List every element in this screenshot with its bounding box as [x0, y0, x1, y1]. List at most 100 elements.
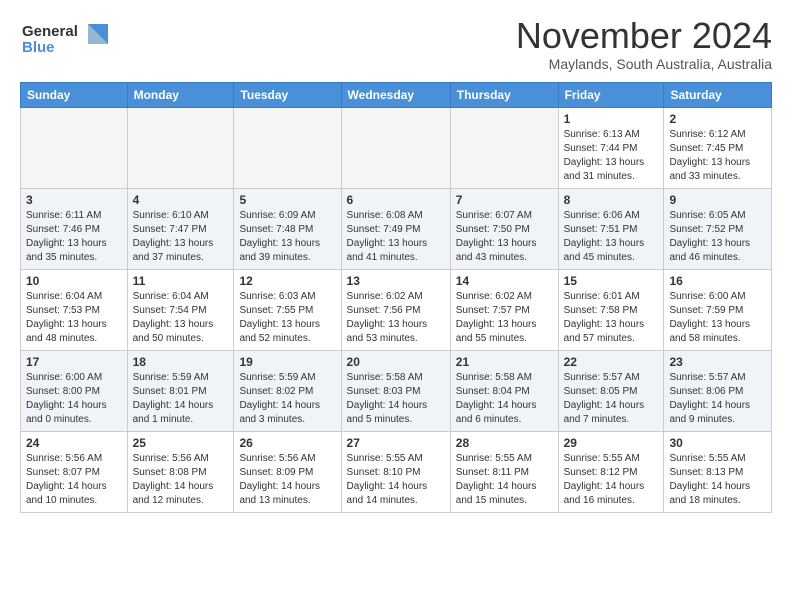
day-info: Sunrise: 5:55 AM Sunset: 8:12 PM Dayligh… — [564, 452, 659, 508]
day-info: Sunrise: 6:02 AM Sunset: 7:57 PM Dayligh… — [456, 290, 553, 346]
calendar-cell: 30Sunrise: 5:55 AM Sunset: 8:13 PM Dayli… — [664, 431, 772, 512]
day-info: Sunrise: 6:05 AM Sunset: 7:52 PM Dayligh… — [669, 209, 766, 265]
calendar-cell — [341, 107, 450, 188]
col-header-wednesday: Wednesday — [341, 82, 450, 107]
day-info: Sunrise: 6:09 AM Sunset: 7:48 PM Dayligh… — [239, 209, 335, 265]
page: General Blue November 2024 Maylands, Sou… — [0, 0, 792, 523]
day-info: Sunrise: 6:13 AM Sunset: 7:44 PM Dayligh… — [564, 128, 659, 184]
calendar-week-row: 1 Sunrise: 6:13 AM Sunset: 7:44 PM Daylig… — [21, 107, 772, 188]
calendar-cell: 23 Sunrise: 5:57 AM Sunset: 8:06 PM Dayli… — [664, 350, 772, 431]
col-header-thursday: Thursday — [450, 82, 558, 107]
day-number: 4 — [133, 193, 229, 207]
calendar-cell: 21 Sunrise: 5:58 AM Sunset: 8:04 PM Dayli… — [450, 350, 558, 431]
calendar-cell — [127, 107, 234, 188]
day-number: 25 — [133, 436, 229, 450]
day-number: 18 — [133, 355, 229, 369]
day-number: 16 — [669, 274, 766, 288]
logo-svg: General Blue — [20, 16, 110, 60]
col-header-tuesday: Tuesday — [234, 82, 341, 107]
day-info: Sunrise: 5:59 AM Sunset: 8:01 PM Dayligh… — [133, 371, 229, 427]
day-info: Sunrise: 5:57 AM Sunset: 8:05 PM Dayligh… — [564, 371, 659, 427]
day-number: 24 — [26, 436, 122, 450]
day-number: 9 — [669, 193, 766, 207]
calendar-week-row: 17 Sunrise: 6:00 AM Sunset: 8:00 PM Dayli… — [21, 350, 772, 431]
day-number: 22 — [564, 355, 659, 369]
day-info: Sunrise: 6:06 AM Sunset: 7:51 PM Dayligh… — [564, 209, 659, 265]
day-number: 21 — [456, 355, 553, 369]
day-number: 29 — [564, 436, 659, 450]
calendar-cell: 22 Sunrise: 5:57 AM Sunset: 8:05 PM Dayli… — [558, 350, 664, 431]
day-info: Sunrise: 6:04 AM Sunset: 7:53 PM Dayligh… — [26, 290, 122, 346]
day-number: 17 — [26, 355, 122, 369]
calendar-cell: 27 Sunrise: 5:55 AM Sunset: 8:10 PM Dayli… — [341, 431, 450, 512]
calendar-cell: 13Sunrise: 6:02 AM Sunset: 7:56 PM Dayli… — [341, 269, 450, 350]
day-number: 23 — [669, 355, 766, 369]
day-info: Sunrise: 5:55 AM Sunset: 8:10 PM Dayligh… — [347, 452, 445, 508]
svg-text:Blue: Blue — [22, 39, 55, 56]
calendar-cell: 19Sunrise: 5:59 AM Sunset: 8:02 PM Dayli… — [234, 350, 341, 431]
calendar-cell: 18 Sunrise: 5:59 AM Sunset: 8:01 PM Dayli… — [127, 350, 234, 431]
subtitle: Maylands, South Australia, Australia — [516, 56, 772, 72]
day-info: Sunrise: 5:57 AM Sunset: 8:06 PM Dayligh… — [669, 371, 766, 427]
day-number: 3 — [26, 193, 122, 207]
day-number: 12 — [239, 274, 335, 288]
calendar-week-row: 3 Sunrise: 6:11 AM Sunset: 7:46 PM Daylig… — [21, 188, 772, 269]
calendar-cell: 11Sunrise: 6:04 AM Sunset: 7:54 PM Dayli… — [127, 269, 234, 350]
header: General Blue November 2024 Maylands, Sou… — [20, 16, 772, 72]
calendar-cell: 12Sunrise: 6:03 AM Sunset: 7:55 PM Dayli… — [234, 269, 341, 350]
calendar-cell: 28 Sunrise: 5:55 AM Sunset: 8:11 PM Dayli… — [450, 431, 558, 512]
day-info: Sunrise: 5:56 AM Sunset: 8:08 PM Dayligh… — [133, 452, 229, 508]
calendar-cell: 7 Sunrise: 6:07 AM Sunset: 7:50 PM Daylig… — [450, 188, 558, 269]
day-number: 1 — [564, 112, 659, 126]
logo: General Blue — [20, 16, 110, 65]
day-number: 2 — [669, 112, 766, 126]
day-number: 11 — [133, 274, 229, 288]
day-info: Sunrise: 6:02 AM Sunset: 7:56 PM Dayligh… — [347, 290, 445, 346]
day-number: 27 — [347, 436, 445, 450]
calendar-cell — [21, 107, 128, 188]
calendar-header-row: SundayMondayTuesdayWednesdayThursdayFrid… — [21, 82, 772, 107]
calendar-cell: 15 Sunrise: 6:01 AM Sunset: 7:58 PM Dayli… — [558, 269, 664, 350]
day-number: 8 — [564, 193, 659, 207]
day-number: 20 — [347, 355, 445, 369]
col-header-saturday: Saturday — [664, 82, 772, 107]
calendar-cell: 8 Sunrise: 6:06 AM Sunset: 7:51 PM Daylig… — [558, 188, 664, 269]
day-number: 28 — [456, 436, 553, 450]
day-number: 10 — [26, 274, 122, 288]
calendar-cell — [234, 107, 341, 188]
calendar-cell: 24 Sunrise: 5:56 AM Sunset: 8:07 PM Dayli… — [21, 431, 128, 512]
day-info: Sunrise: 5:58 AM Sunset: 8:03 PM Dayligh… — [347, 371, 445, 427]
day-info: Sunrise: 5:56 AM Sunset: 8:09 PM Dayligh… — [239, 452, 335, 508]
day-info: Sunrise: 6:07 AM Sunset: 7:50 PM Dayligh… — [456, 209, 553, 265]
day-number: 5 — [239, 193, 335, 207]
calendar-cell — [450, 107, 558, 188]
day-info: Sunrise: 6:10 AM Sunset: 7:47 PM Dayligh… — [133, 209, 229, 265]
calendar-week-row: 24 Sunrise: 5:56 AM Sunset: 8:07 PM Dayli… — [21, 431, 772, 512]
day-number: 15 — [564, 274, 659, 288]
calendar-cell: 3 Sunrise: 6:11 AM Sunset: 7:46 PM Daylig… — [21, 188, 128, 269]
day-info: Sunrise: 6:11 AM Sunset: 7:46 PM Dayligh… — [26, 209, 122, 265]
day-info: Sunrise: 5:55 AM Sunset: 8:11 PM Dayligh… — [456, 452, 553, 508]
day-number: 26 — [239, 436, 335, 450]
day-info: Sunrise: 5:56 AM Sunset: 8:07 PM Dayligh… — [26, 452, 122, 508]
calendar-cell: 29 Sunrise: 5:55 AM Sunset: 8:12 PM Dayli… — [558, 431, 664, 512]
calendar-table: SundayMondayTuesdayWednesdayThursdayFrid… — [20, 82, 772, 513]
calendar-cell: 4 Sunrise: 6:10 AM Sunset: 7:47 PM Daylig… — [127, 188, 234, 269]
calendar-cell: 10 Sunrise: 6:04 AM Sunset: 7:53 PM Dayli… — [21, 269, 128, 350]
day-info: Sunrise: 5:58 AM Sunset: 8:04 PM Dayligh… — [456, 371, 553, 427]
day-number: 6 — [347, 193, 445, 207]
svg-text:General: General — [22, 23, 78, 40]
calendar-cell: 5 Sunrise: 6:09 AM Sunset: 7:48 PM Daylig… — [234, 188, 341, 269]
day-info: Sunrise: 6:12 AM Sunset: 7:45 PM Dayligh… — [669, 128, 766, 184]
calendar-cell: 6Sunrise: 6:08 AM Sunset: 7:49 PM Daylig… — [341, 188, 450, 269]
title-block: November 2024 Maylands, South Australia,… — [516, 16, 772, 72]
calendar-cell: 25 Sunrise: 5:56 AM Sunset: 8:08 PM Dayli… — [127, 431, 234, 512]
calendar-cell: 17 Sunrise: 6:00 AM Sunset: 8:00 PM Dayli… — [21, 350, 128, 431]
day-info: Sunrise: 6:00 AM Sunset: 8:00 PM Dayligh… — [26, 371, 122, 427]
day-info: Sunrise: 5:55 AM Sunset: 8:13 PM Dayligh… — [669, 452, 766, 508]
day-number: 7 — [456, 193, 553, 207]
calendar-cell: 20 Sunrise: 5:58 AM Sunset: 8:03 PM Dayli… — [341, 350, 450, 431]
calendar-cell: 1 Sunrise: 6:13 AM Sunset: 7:44 PM Daylig… — [558, 107, 664, 188]
day-info: Sunrise: 6:01 AM Sunset: 7:58 PM Dayligh… — [564, 290, 659, 346]
calendar-cell: 26 Sunrise: 5:56 AM Sunset: 8:09 PM Dayli… — [234, 431, 341, 512]
